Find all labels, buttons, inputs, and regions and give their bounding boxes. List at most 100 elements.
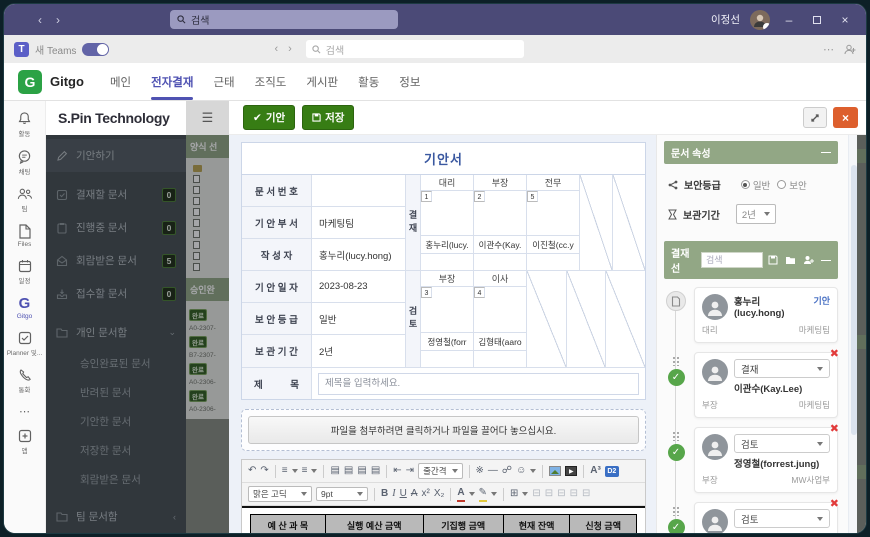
sidebar-sub-circulated[interactable]: 회람받은 문서 [46,465,186,494]
line-spacing-dropdown[interactable]: 줄간격 [418,463,463,479]
sidebar-sub-drafted[interactable]: 기안한 문서 [46,407,186,436]
subscript-icon[interactable]: X₂ [434,487,445,501]
modal-scrollbar[interactable] [848,135,857,533]
minimize-button[interactable]: – [780,13,798,27]
underline-icon[interactable]: U [400,487,407,501]
video-icon[interactable]: ▶ [565,466,578,476]
load-folder-icon[interactable] [785,256,796,265]
superscript-icon[interactable]: x² [421,487,429,501]
special-char-icon[interactable]: ※ [476,464,484,478]
sidebar-item-to-receive[interactable]: 접수할 문서 0 [46,277,186,310]
collapse-icon[interactable]: — [821,147,831,158]
person-card[interactable]: ✖ 결재 이관수(Kay.Lee) 부장 마케팅팀 [694,348,839,418]
rail-item-files[interactable]: Files [4,224,45,248]
tab-board[interactable]: 게시판 [296,63,348,100]
sidebar-item-reference-box[interactable]: 참조함 [46,533,186,534]
align-left-icon[interactable]: ▤ [330,464,339,478]
tab-approval[interactable]: 전자결재 [141,63,203,100]
save-line-icon[interactable] [768,255,778,265]
outdent-icon[interactable]: ⇤ [393,464,401,478]
role-dropdown[interactable]: 검토 [734,509,830,528]
remove-person-icon[interactable]: ✖ [830,347,839,360]
remove-person-icon[interactable]: ✖ [830,497,839,510]
remove-person-icon[interactable]: ✖ [830,422,839,435]
highlight-icon[interactable]: ✎ [478,486,488,502]
table-icon[interactable]: ⊞ [510,487,518,501]
font-family-dropdown[interactable]: 맑은 고딕 [248,486,312,502]
sidebar-sub-approved[interactable]: 승인완료된 문서 [46,349,186,378]
role-dropdown[interactable]: 결재 [734,359,830,378]
rail-item-chat[interactable]: 채팅 [4,149,45,176]
sidebar-item-to-approve[interactable]: 결재할 문서 0 [46,178,186,211]
drag-handle-icon[interactable] [672,506,680,516]
table-row-icon[interactable]: ⊟ [557,487,565,501]
tab-info[interactable]: 정보 [389,63,430,100]
align-right-icon[interactable]: ▤ [357,464,366,478]
rail-item-calendar[interactable]: 일정 [4,259,45,285]
scrollbar-thumb[interactable] [850,165,857,435]
emoticon-icon[interactable]: ☺ [516,464,526,478]
radio-secure[interactable]: 보안 [777,178,807,192]
forward-arrow-icon[interactable]: › [288,43,292,55]
editor-brand-icon[interactable]: D2 [604,465,619,477]
table-merge-icon[interactable]: ⊟ [532,487,540,501]
undo-icon[interactable]: ↶ [248,464,256,478]
sidebar-item-personal-box[interactable]: 개인 문서함 ⌄ [46,316,186,349]
sidebar-item-draft[interactable]: 기안하기 [46,139,186,172]
radio-general[interactable]: 일반 [740,178,770,192]
more-options-icon[interactable]: ⋯ [823,43,834,56]
close-modal-button[interactable]: × [833,107,858,128]
rail-item-apps[interactable]: 앱 [4,429,45,455]
new-teams-toggle[interactable] [82,42,110,56]
link-icon[interactable]: ☍ [502,464,512,478]
sidebar-sub-rejected[interactable]: 반려된 문서 [46,378,186,407]
indent-icon[interactable]: ⇥ [406,464,414,478]
approval-line-search-input[interactable] [701,252,763,268]
bold-icon[interactable]: B [381,487,388,501]
forward-arrow-icon[interactable]: › [56,13,60,27]
tab-activity[interactable]: 활동 [348,63,389,100]
sidebar-item-circulated[interactable]: 회람받은 문서 5 [46,244,186,277]
back-arrow-icon[interactable]: ‹ [274,43,278,55]
expand-modal-button[interactable] [803,107,827,128]
maximize-button[interactable] [808,13,826,27]
person-add-icon[interactable] [844,44,856,55]
rail-item-gitgo[interactable]: G Gitgo [4,296,45,320]
close-window-button[interactable]: × [836,13,854,27]
image-icon[interactable] [549,466,562,476]
align-center-icon[interactable]: ▤ [344,464,353,478]
italic-icon[interactable]: I [392,487,395,501]
redo-icon[interactable]: ↷ [260,464,268,478]
rail-item-activity[interactable]: 활동 [4,111,45,138]
teams-search-bar[interactable]: 검색 [170,10,398,29]
tab-orgchart[interactable]: 조직도 [245,63,297,100]
hamburger-menu-button[interactable]: ☰ [186,101,229,135]
spellcheck-icon[interactable]: A³ [590,464,601,478]
strikethrough-icon[interactable]: A [411,487,418,501]
rail-item-teams[interactable]: 팀 [4,187,45,213]
save-button[interactable]: 저장 [302,105,355,130]
rail-item-more[interactable]: ⋯ [4,405,45,418]
editor-content[interactable]: 예 산 과 목 실행 예산 금액 기집행 금액 현재 잔액 신청 금액 [242,506,645,533]
tab-attendance[interactable]: 근태 [203,63,244,100]
table-col-icon[interactable]: ⊟ [570,487,578,501]
rail-item-planner[interactable]: Planner 및... [4,331,45,357]
collapse-icon[interactable]: — [821,255,831,266]
person-card[interactable]: 홍누리 (lucy.hong) 기안 대리 마케팅팀 [694,287,838,343]
sidebar-item-team-box[interactable]: 팀 문서함 ‹ [46,500,186,533]
person-add-icon[interactable] [803,255,814,265]
retention-select[interactable]: 2년 [735,204,776,224]
back-arrow-icon[interactable]: ‹ [38,13,42,27]
person-card[interactable]: ✖ 검토 정영철(forrest.jung) 부장 MW사업부 [694,423,839,493]
tab-main[interactable]: 메인 [100,63,141,100]
role-dropdown[interactable]: 검토 [734,434,830,453]
horizontal-rule-icon[interactable]: — [488,464,498,478]
drag-handle-icon[interactable] [672,356,680,366]
user-avatar[interactable] [750,9,770,30]
attachment-button[interactable]: 파일을 첨부하려면 클릭하거나 파일을 끌어다 놓으십시요. [248,416,639,444]
sidebar-sub-saved[interactable]: 저장한 문서 [46,436,186,465]
ordered-list-icon[interactable]: ≡ [282,464,288,478]
bullet-list-icon[interactable]: ≡ [302,464,308,478]
sidebar-item-in-progress[interactable]: 진행중 문서 0 [46,211,186,244]
font-color-icon[interactable]: A [457,486,465,502]
